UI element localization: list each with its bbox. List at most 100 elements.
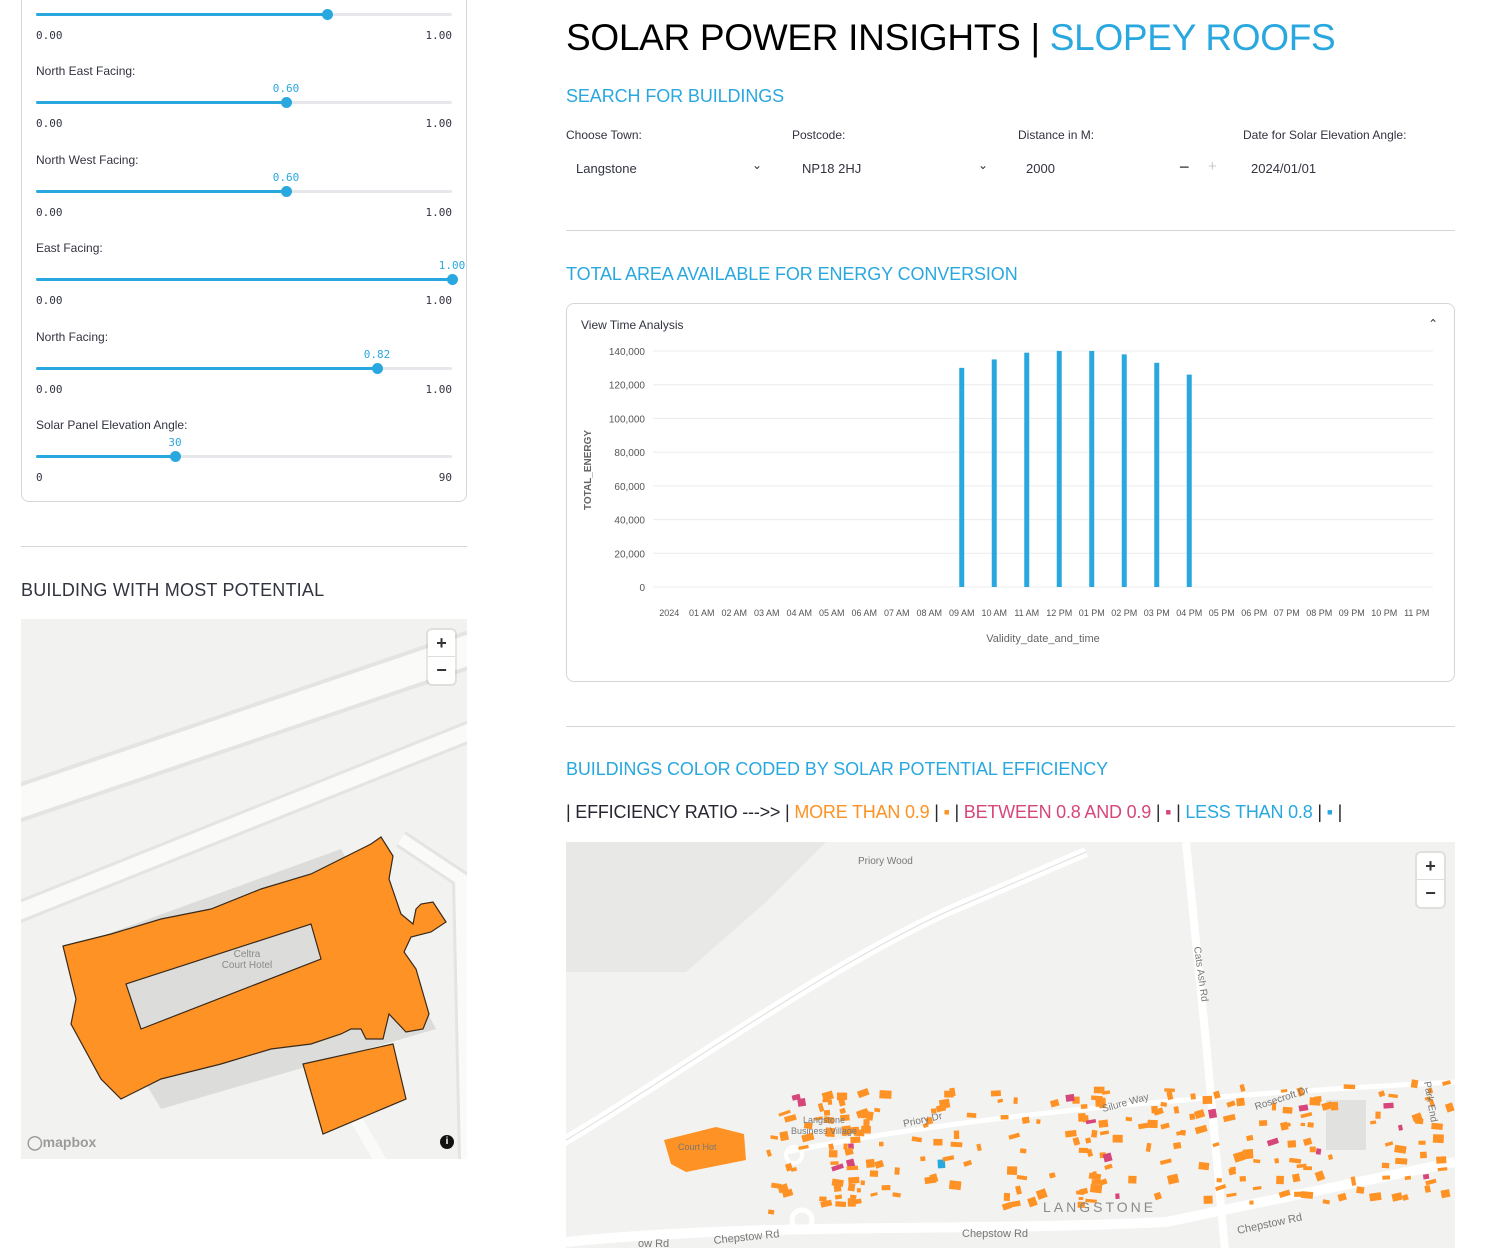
distance-increment-button[interactable]: + xyxy=(1208,158,1217,175)
building-footprint xyxy=(1128,1175,1137,1184)
x-tick-label: 11 AM xyxy=(1014,608,1039,618)
slider-track[interactable] xyxy=(36,451,452,462)
legend-sep: | xyxy=(1171,802,1186,822)
slider-track[interactable] xyxy=(36,363,452,374)
building-footprint xyxy=(1147,1119,1158,1129)
y-tick-label: 120,000 xyxy=(609,381,646,392)
mapbox-logo[interactable]: ◯mapbox xyxy=(27,1134,96,1151)
building-footprint xyxy=(1194,1124,1208,1135)
slider-thumb[interactable] xyxy=(372,363,383,374)
town-select[interactable]: Langstone xyxy=(576,161,637,176)
building-footprint xyxy=(1104,1163,1113,1170)
distance-input[interactable]: 2000 xyxy=(1026,161,1055,176)
page-title: SOLAR POWER INSIGHTS | SLOPEY ROOFS xyxy=(566,17,1336,59)
building-footprint xyxy=(1085,1137,1092,1144)
building-footprint xyxy=(1048,1172,1056,1179)
zoom-in-button[interactable]: + xyxy=(428,630,455,657)
building-footprint xyxy=(1382,1175,1391,1180)
x-tick-label: 11 PM xyxy=(1404,608,1429,618)
building-footprint xyxy=(966,1112,977,1118)
building-footprint xyxy=(1249,1200,1254,1205)
chart-bar xyxy=(959,367,965,587)
y-tick-label: 20,000 xyxy=(614,549,645,560)
slider-thumb[interactable] xyxy=(281,186,292,197)
slider-fill xyxy=(36,101,286,104)
building-footprint xyxy=(870,1192,878,1197)
slider-track[interactable] xyxy=(36,97,452,108)
building-footprint xyxy=(1216,1178,1222,1183)
slider-track[interactable] xyxy=(36,274,458,285)
postcode-label: Postcode: xyxy=(792,128,846,142)
efficiency-map[interactable]: Priory Wood Cats Ash Rd Silure Way Rosec… xyxy=(566,842,1455,1248)
building-footprint xyxy=(1343,1084,1356,1090)
building-footprint xyxy=(894,1167,900,1175)
building-footprint xyxy=(953,1130,960,1140)
slider-max: 1.00 xyxy=(425,383,453,396)
building-footprint xyxy=(1282,1106,1293,1114)
building-footprint xyxy=(1375,1111,1381,1119)
legend-prefix: | EFFICIENCY RATIO --->> | xyxy=(566,802,795,822)
building-footprint xyxy=(1314,1170,1326,1182)
slider-thumb[interactable] xyxy=(447,274,458,285)
zoom-in-button[interactable]: + xyxy=(1417,853,1444,880)
map-label: Langstone xyxy=(803,1115,845,1125)
chevron-down-icon[interactable]: ⌄ xyxy=(978,158,988,172)
slider-thumb[interactable] xyxy=(281,97,292,108)
slider-track[interactable] xyxy=(36,186,452,197)
building-footprint xyxy=(911,1136,923,1143)
building-footprint xyxy=(1203,1195,1213,1204)
building-footprint xyxy=(1309,1146,1316,1153)
building-footprint xyxy=(1072,1136,1081,1146)
building-footprint xyxy=(1370,1120,1377,1125)
x-tick-label: 05 AM xyxy=(819,608,845,618)
slider-thumb[interactable] xyxy=(322,9,333,20)
building-footprint xyxy=(1307,1122,1314,1128)
map-label: LANGSTONE xyxy=(1043,1199,1156,1215)
map-label: Priory Wood xyxy=(858,856,913,867)
building-footprint xyxy=(843,1143,848,1150)
building-footprint xyxy=(839,1107,847,1115)
building-footprint xyxy=(990,1090,1001,1097)
x-tick-label: 07 PM xyxy=(1274,608,1300,618)
building-footprint xyxy=(830,1161,839,1165)
building-footprint xyxy=(1010,1200,1021,1208)
x-tick-label: 10 AM xyxy=(981,608,1007,618)
building-footprint xyxy=(1388,1093,1399,1099)
slider-value: 0.60 xyxy=(272,171,300,184)
title-accent: SLOPEY ROOFS xyxy=(1049,17,1336,58)
zoom-out-button[interactable]: − xyxy=(1417,880,1444,907)
y-tick-label: 140,000 xyxy=(609,347,646,358)
date-input[interactable]: 2024/01/01 xyxy=(1251,161,1316,176)
legend-sep: | xyxy=(949,802,964,822)
building-footprint xyxy=(1418,1140,1426,1145)
building-footprint xyxy=(1099,1130,1110,1136)
y-tick-label: 40,000 xyxy=(614,516,645,527)
slider-value: 0.82 xyxy=(363,348,391,361)
x-tick-label: 10 PM xyxy=(1371,608,1397,618)
building-footprint xyxy=(1394,1144,1407,1154)
building-footprint xyxy=(1091,1129,1098,1138)
building-footprint xyxy=(1337,1192,1347,1202)
building-footprint xyxy=(848,1176,860,1184)
zoom-out-button[interactable]: − xyxy=(428,657,455,684)
map-label: Business Village xyxy=(791,1126,857,1136)
slider-thumb[interactable] xyxy=(170,451,181,462)
building-footprint xyxy=(1327,1154,1334,1161)
chevron-down-icon[interactable]: ⌄ xyxy=(752,158,762,172)
efficiency-map-zoom: + − xyxy=(1417,853,1444,907)
building-footprint xyxy=(1198,1161,1210,1171)
distance-decrement-button[interactable]: − xyxy=(1179,157,1190,178)
x-tick-label: 04 AM xyxy=(786,608,812,618)
legend-low-label: LESS THAN 0.8 xyxy=(1185,802,1313,822)
building-map[interactable]: Celtra Court Hotel + − ◯mapbox i xyxy=(21,619,467,1159)
building-footprint xyxy=(1173,1106,1180,1114)
energy-heading: TOTAL AREA AVAILABLE FOR ENERGY CONVERSI… xyxy=(566,264,1018,284)
building-footprint xyxy=(1436,1156,1447,1164)
slider-track[interactable] xyxy=(36,9,452,20)
title-main: SOLAR POWER INSIGHTS | xyxy=(566,17,1050,58)
building-footprint xyxy=(1190,1093,1196,1100)
info-icon[interactable]: i xyxy=(440,1135,454,1149)
chart-bar xyxy=(1089,351,1095,587)
postcode-select[interactable]: NP18 2HJ xyxy=(802,161,861,176)
building-footprint xyxy=(847,1183,856,1192)
